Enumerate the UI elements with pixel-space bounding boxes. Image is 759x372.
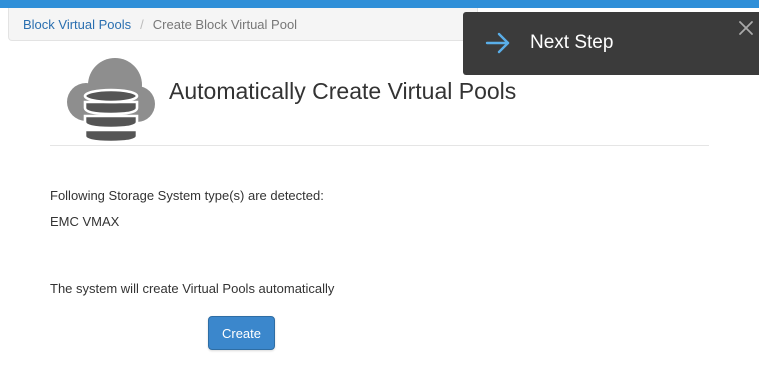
breadcrumb-current: Create Block Virtual Pool — [152, 16, 298, 32]
breadcrumb: Block Virtual Pools / Create Block Virtu… — [8, 8, 478, 41]
cloud-database-icon — [67, 58, 155, 144]
create-button[interactable]: Create — [208, 316, 275, 350]
next-step-label: Next Step — [530, 32, 614, 53]
detected-label: Following Storage System type(s) are det… — [50, 188, 324, 203]
close-icon[interactable] — [737, 19, 755, 37]
breadcrumb-link-block-virtual-pools[interactable]: Block Virtual Pools — [23, 17, 131, 32]
page-title: Automatically Create Virtual Pools — [169, 78, 517, 104]
divider — [50, 145, 709, 146]
top-accent-bar — [0, 0, 759, 8]
breadcrumb-separator: / — [140, 16, 144, 32]
arrow-right-icon — [485, 32, 510, 54]
next-step-panel[interactable]: Next Step — [463, 12, 759, 75]
info-text: The system will create Virtual Pools aut… — [50, 281, 335, 296]
detected-storage-type: EMC VMAX — [50, 214, 120, 229]
